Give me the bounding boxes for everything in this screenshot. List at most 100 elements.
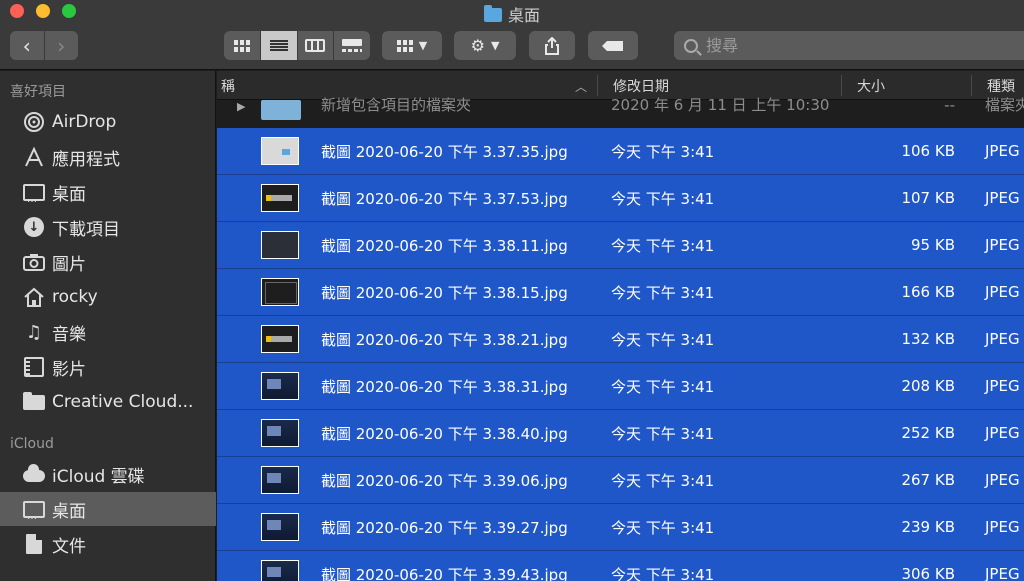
column-view-button[interactable]: [296, 31, 334, 60]
file-kind: JPEG: [985, 565, 1020, 581]
file-kind: JPEG: [985, 377, 1020, 395]
disclosure-triangle-icon[interactable]: ▶: [237, 100, 245, 113]
sidebar-item-label: 影片: [52, 359, 86, 380]
file-name: 截圖 2020-06-20 下午 3.38.15.jpg: [321, 283, 568, 302]
file-row[interactable]: 截圖 2020-06-20 下午 3.39.06.jpg 今天 下午 3:41 26…: [217, 457, 1024, 503]
file-size: 306 KB: [901, 565, 955, 581]
image-thumbnail-icon: [261, 419, 299, 447]
file-size: 132 KB: [901, 330, 955, 348]
forward-button[interactable]: ›: [43, 31, 79, 60]
share-icon: [545, 36, 559, 55]
toolbar: 桌面 ‹ › ▼ ⚙ ▼: [0, 0, 1024, 70]
file-date: 今天 下午 3:41: [611, 377, 715, 396]
tag-icon: [602, 40, 623, 51]
airdrop-icon: [22, 111, 46, 133]
file-row[interactable]: 截圖 2020-06-20 下午 3.38.21.jpg 今天 下午 3:41 13…: [217, 316, 1024, 362]
file-row[interactable]: 截圖 2020-06-20 下午 3.38.15.jpg 今天 下午 3:41 16…: [217, 269, 1024, 315]
tags-button[interactable]: [588, 31, 638, 60]
file-kind: JPEG: [985, 236, 1020, 254]
list-view-button[interactable]: [259, 31, 297, 60]
image-thumbnail-icon: [261, 184, 299, 212]
file-date: 今天 下午 3:41: [611, 236, 715, 255]
file-name: 截圖 2020-06-20 下午 3.38.31.jpg: [321, 377, 568, 396]
icloud-drive-icon: [22, 463, 46, 485]
file-row[interactable]: 截圖 2020-06-20 下午 3.38.31.jpg 今天 下午 3:41 20…: [217, 363, 1024, 409]
home-icon: [22, 286, 46, 308]
file-date: 今天 下午 3:41: [611, 330, 715, 349]
file-list: 稱 ︿ 修改日期 大小 種類 ▶ 新增包含項目的檔案夾 2020 年 6 月 1…: [217, 71, 1024, 581]
sidebar-item-icloud-desktop[interactable]: 桌面: [0, 492, 216, 526]
file-name: 截圖 2020-06-20 下午 3.38.21.jpg: [321, 330, 568, 349]
column-header-size[interactable]: 大小: [857, 71, 885, 100]
sidebar-item-documents[interactable]: 文件: [0, 527, 216, 561]
file-date: 2020 年 6 月 11 日 上午 10:30: [611, 96, 830, 114]
sidebar-item-label: 音樂: [52, 324, 86, 345]
desktop-icon: [22, 181, 46, 205]
file-row[interactable]: 截圖 2020-06-20 下午 3.38.40.jpg 今天 下午 3:41 25…: [217, 410, 1024, 456]
file-name: 截圖 2020-06-20 下午 3.38.40.jpg: [321, 424, 568, 443]
gallery-view-button[interactable]: [333, 31, 370, 60]
file-date: 今天 下午 3:41: [611, 189, 715, 208]
sidebar-item-home[interactable]: rocky: [0, 280, 216, 314]
file-size: 107 KB: [901, 189, 955, 207]
gallery-icon: [342, 39, 363, 52]
sidebar-item-airdrop[interactable]: AirDrop: [0, 105, 216, 139]
file-size: 106 KB: [901, 142, 955, 160]
file-row[interactable]: 截圖 2020-06-20 下午 3.38.11.jpg 今天 下午 3:41 95…: [217, 222, 1024, 268]
file-row[interactable]: 截圖 2020-06-20 下午 3.39.43.jpg 今天 下午 3:41 30…: [217, 551, 1024, 581]
file-kind: JPEG: [985, 189, 1020, 207]
pictures-icon: [22, 251, 46, 273]
image-thumbnail-icon: [261, 466, 299, 494]
group-grid-icon: [396, 39, 413, 52]
file-name: 截圖 2020-06-20 下午 3.37.35.jpg: [321, 142, 568, 161]
sidebar-section-favorites: 喜好項目: [10, 84, 66, 100]
file-size: 95 KB: [911, 236, 955, 254]
file-row[interactable]: 截圖 2020-06-20 下午 3.37.35.jpg 今天 下午 3:41 10…: [217, 128, 1024, 174]
image-thumbnail-icon: [261, 560, 299, 581]
image-thumbnail-icon: [261, 325, 299, 353]
image-thumbnail-icon: [261, 231, 299, 259]
sidebar-item-label: Creative Cloud...: [52, 392, 194, 412]
file-size: 166 KB: [901, 283, 955, 301]
action-menu-button[interactable]: ⚙ ▼: [454, 31, 516, 60]
sidebar: 喜好項目 AirDrop 應用程式 桌面 ↓ 下載項目 圖片 rocky ♫ 音…: [0, 71, 216, 581]
sidebar-item-music[interactable]: ♫ 音樂: [0, 315, 216, 349]
applications-icon: [22, 146, 46, 168]
movies-icon: [22, 356, 46, 378]
search-input[interactable]: [706, 36, 986, 55]
columns-icon: [305, 39, 326, 52]
file-name: 截圖 2020-06-20 下午 3.39.43.jpg: [321, 565, 568, 581]
sidebar-item-creative-cloud[interactable]: Creative Cloud...: [0, 385, 216, 419]
file-row[interactable]: 截圖 2020-06-20 下午 3.39.27.jpg 今天 下午 3:41 23…: [217, 504, 1024, 550]
file-kind: JPEG: [985, 330, 1020, 348]
window-title: 桌面: [0, 2, 1024, 26]
sidebar-item-label: iCloud 雲碟: [52, 466, 145, 487]
file-kind: 檔案夾: [985, 96, 1024, 114]
column-header-name[interactable]: 稱: [221, 71, 235, 100]
back-button[interactable]: ‹: [10, 31, 44, 60]
image-thumbnail-icon: [261, 513, 299, 541]
back-forward-group: ‹ ›: [10, 31, 78, 60]
file-row[interactable]: 截圖 2020-06-20 下午 3.37.53.jpg 今天 下午 3:41 10…: [217, 175, 1024, 221]
file-size: 239 KB: [901, 518, 955, 536]
folder-row[interactable]: ▶ 新增包含項目的檔案夾 2020 年 6 月 11 日 上午 10:30 --…: [217, 95, 1024, 127]
sidebar-item-desktop[interactable]: 桌面: [0, 175, 216, 209]
group-by-button[interactable]: ▼: [382, 31, 442, 60]
folder-icon: [483, 5, 502, 22]
sidebar-item-icloud-drive[interactable]: iCloud 雲碟: [0, 457, 216, 491]
sidebar-item-label: 文件: [52, 536, 86, 557]
image-thumbnail-icon: [261, 372, 299, 400]
chevron-down-icon: ▼: [418, 39, 428, 52]
file-name: 截圖 2020-06-20 下午 3.39.27.jpg: [321, 518, 568, 537]
file-size: --: [944, 95, 955, 114]
sidebar-item-downloads[interactable]: ↓ 下載項目: [0, 210, 216, 244]
sidebar-item-pictures[interactable]: 圖片: [0, 245, 216, 279]
search-field[interactable]: [674, 31, 1024, 60]
icon-view-button[interactable]: [224, 31, 260, 60]
sidebar-item-label: 桌面: [52, 501, 86, 522]
share-button[interactable]: [529, 31, 575, 60]
sidebar-item-label: AirDrop: [52, 112, 117, 132]
sidebar-item-movies[interactable]: 影片: [0, 350, 216, 384]
sidebar-item-applications[interactable]: 應用程式: [0, 140, 216, 174]
sidebar-item-label: 圖片: [52, 254, 86, 275]
